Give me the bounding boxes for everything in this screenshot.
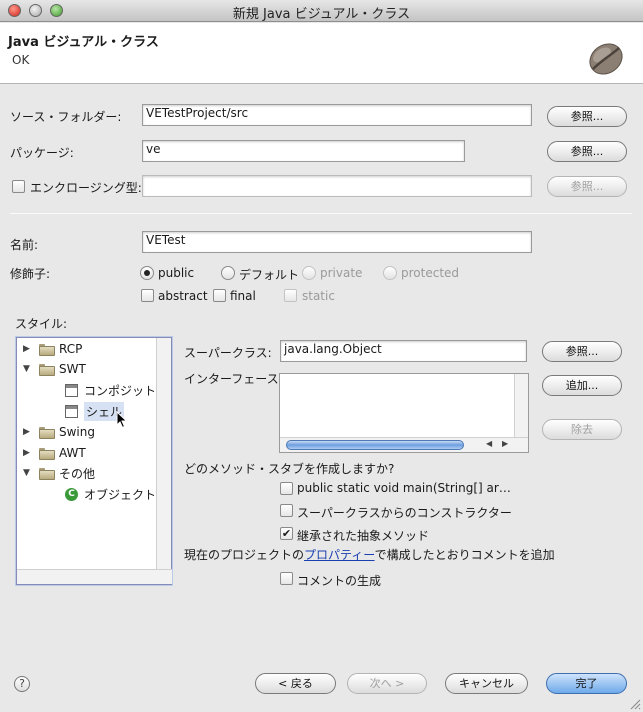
modifier-default-label: デフォルト bbox=[239, 268, 300, 282]
wizard-title: Java ビジュアル・クラス bbox=[8, 35, 159, 50]
next-button[interactable]: 次へ > bbox=[347, 673, 427, 694]
style-tree[interactable]: ▶ RCP ▼ SWT コンポジット シェル ▶ Swing ▶ AWT ▼ そ… bbox=[16, 337, 172, 585]
source-folder-field[interactable]: VETestProject/src bbox=[142, 104, 532, 126]
tree-item-composite[interactable]: コンポジット bbox=[65, 381, 156, 399]
modifier-public-radio[interactable] bbox=[140, 266, 154, 280]
resize-grip-icon[interactable] bbox=[629, 698, 641, 710]
properties-link[interactable]: プロパティー bbox=[304, 548, 375, 562]
interfaces-vertical-scrollbar[interactable] bbox=[514, 374, 528, 438]
expand-triangle-icon[interactable]: ▶ bbox=[23, 344, 33, 354]
expand-triangle-icon[interactable]: ▶ bbox=[23, 448, 33, 458]
expand-triangle-icon[interactable]: ▶ bbox=[23, 427, 33, 437]
modifier-static-checkbox[interactable] bbox=[284, 289, 297, 302]
folder-open-icon bbox=[39, 468, 55, 480]
style-label: スタイル: bbox=[15, 317, 68, 331]
superclass-browse-button[interactable]: 参照... bbox=[542, 341, 622, 362]
source-folder-label: ソース・フォルダー: bbox=[10, 110, 122, 124]
help-icon[interactable]: ? bbox=[14, 676, 30, 692]
modifier-protected-label: protected bbox=[401, 266, 460, 280]
remove-interface-button[interactable]: 除去 bbox=[542, 419, 622, 440]
name-label: 名前: bbox=[10, 238, 39, 252]
wizard-header: Java ビジュアル・クラス OK bbox=[0, 23, 643, 84]
scroll-left-icon[interactable]: ◀ bbox=[486, 439, 492, 448]
main-method-label: public static void main(String[] ar… bbox=[297, 481, 511, 495]
generate-comments-label: コメントの生成 bbox=[297, 574, 382, 588]
collapse-triangle-icon[interactable]: ▼ bbox=[23, 364, 33, 374]
package-label: パッケージ: bbox=[10, 146, 74, 160]
interfaces-list[interactable]: ◀ ▶ bbox=[279, 373, 529, 453]
tree-horizontal-scrollbar[interactable] bbox=[17, 569, 172, 584]
generate-comments-checkbox[interactable] bbox=[280, 572, 293, 585]
cancel-button[interactable]: キャンセル bbox=[445, 673, 528, 694]
collapse-triangle-icon[interactable]: ▼ bbox=[23, 468, 33, 478]
constructors-label: スーパークラスからのコンストラクター bbox=[297, 506, 512, 520]
enclosing-type-checkbox[interactable] bbox=[12, 180, 25, 193]
modifier-abstract-label: abstract bbox=[158, 289, 208, 303]
interfaces-label: インターフェース: bbox=[184, 372, 283, 386]
window-title: 新規 Java ビジュアル・クラス bbox=[232, 7, 411, 22]
interfaces-horizontal-scrollbar[interactable]: ◀ ▶ bbox=[280, 437, 528, 452]
package-field[interactable]: ve bbox=[142, 140, 465, 162]
modifier-static-label: static bbox=[302, 289, 335, 303]
tree-item-swt[interactable]: ▼ SWT bbox=[23, 360, 86, 378]
source-folder-browse-button[interactable]: 参照... bbox=[547, 106, 627, 127]
inherited-methods-label: 継承された抽象メソッド bbox=[297, 529, 430, 543]
modifier-default-radio[interactable] bbox=[221, 266, 235, 280]
coffee-bean-icon bbox=[589, 43, 623, 75]
modifier-final-label: final bbox=[230, 289, 256, 303]
modifier-public-label: public bbox=[158, 266, 195, 280]
window-icon bbox=[65, 383, 78, 397]
modifier-protected-radio[interactable] bbox=[383, 266, 397, 280]
wizard-message: OK bbox=[12, 53, 30, 67]
enclosing-type-browse-button[interactable]: 参照... bbox=[547, 176, 627, 197]
method-stubs-question: どのメソッド・スタブを作成しますか? bbox=[184, 462, 395, 476]
window-icon bbox=[65, 404, 78, 418]
enclosing-type-field[interactable] bbox=[142, 175, 532, 197]
tree-item-swing[interactable]: ▶ Swing bbox=[23, 423, 95, 441]
title-bar: 新規 Java ビジュアル・クラス bbox=[0, 0, 643, 22]
separator bbox=[10, 213, 632, 214]
tree-item-rcp[interactable]: ▶ RCP bbox=[23, 340, 82, 358]
enclosing-type-label: エンクロージング型: bbox=[30, 181, 142, 195]
inherited-methods-checkbox[interactable]: ✔ bbox=[280, 527, 293, 540]
superclass-label: スーパークラス: bbox=[184, 346, 272, 360]
modifier-private-label: private bbox=[320, 266, 363, 280]
constructors-checkbox[interactable] bbox=[280, 504, 293, 517]
tree-item-object[interactable]: C オブジェクト bbox=[65, 485, 156, 503]
class-icon: C bbox=[65, 487, 78, 501]
folder-icon bbox=[39, 448, 55, 460]
folder-icon bbox=[39, 427, 55, 439]
comments-description: 現在のプロジェクトのプロパティーで構成したとおりコメントを追加 bbox=[184, 548, 555, 562]
folder-open-icon bbox=[39, 364, 55, 376]
mouse-cursor-icon bbox=[116, 411, 128, 429]
modifier-abstract-checkbox[interactable] bbox=[141, 289, 154, 302]
finish-button[interactable]: 完了 bbox=[546, 673, 627, 694]
modifier-final-checkbox[interactable] bbox=[213, 289, 226, 302]
tree-item-other[interactable]: ▼ その他 bbox=[23, 464, 95, 482]
tree-vertical-scrollbar[interactable] bbox=[156, 338, 171, 570]
modifiers-label: 修飾子: bbox=[10, 267, 51, 281]
main-method-checkbox[interactable] bbox=[280, 482, 293, 495]
modifier-private-radio[interactable] bbox=[302, 266, 316, 280]
superclass-field[interactable]: java.lang.Object bbox=[280, 340, 527, 362]
package-browse-button[interactable]: 参照... bbox=[547, 141, 627, 162]
tree-item-awt[interactable]: ▶ AWT bbox=[23, 444, 86, 462]
scroll-right-icon[interactable]: ▶ bbox=[502, 439, 508, 448]
name-field[interactable]: VETest bbox=[142, 231, 532, 253]
folder-icon bbox=[39, 344, 55, 356]
back-button[interactable]: < 戻る bbox=[255, 673, 336, 694]
scroll-thumb[interactable] bbox=[286, 440, 464, 450]
add-interface-button[interactable]: 追加... bbox=[542, 375, 622, 396]
